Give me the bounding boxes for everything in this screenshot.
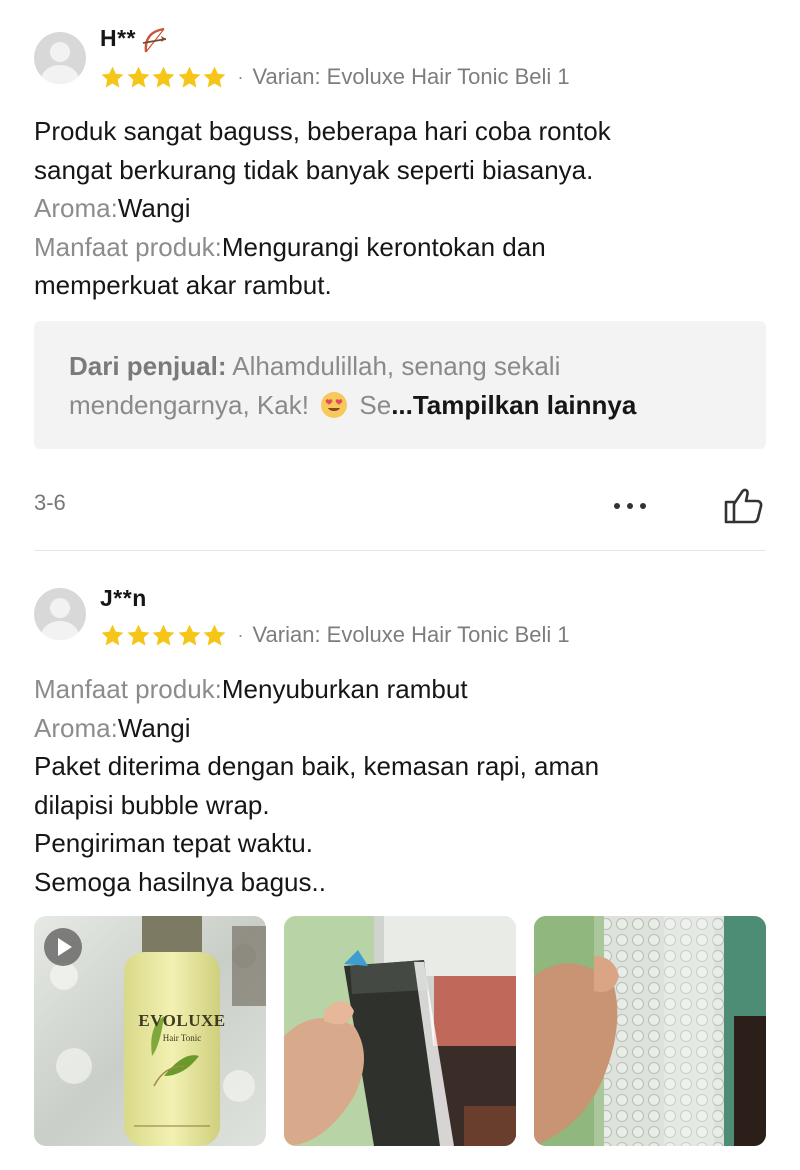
star-icon: [203, 66, 226, 87]
seller-reply-text: mendengarnya, Kak!: [69, 390, 317, 420]
benefit-line: Manfaat produk:Mengurangi kerontokan dan: [34, 228, 764, 267]
bottle-subtitle: Hair Tonic: [162, 1033, 202, 1043]
aroma-label: Aroma:: [34, 712, 118, 743]
star-icon: [152, 624, 175, 645]
separator-dot: ·: [237, 624, 244, 645]
review-text: Manfaat produk:Menyuburkan rambut Aroma:…: [34, 670, 764, 901]
review-video-thumbnail[interactable]: EVOLUXE Hair Tonic: [34, 916, 266, 1146]
seller-reply-text: Alhamdulillah, senang sekali: [226, 351, 561, 381]
bow-and-arrow-icon: [142, 27, 167, 53]
more-options-icon[interactable]: [614, 503, 646, 509]
review-divider: [34, 550, 766, 551]
bottle-brand-label: EVOLUXE Hair Tonic: [122, 1011, 242, 1043]
review-date: 3-6: [34, 490, 66, 515]
star-icon: [203, 624, 226, 645]
bottle-brand: EVOLUXE: [138, 1011, 226, 1030]
benefit-value: Menyuburkan rambut: [221, 674, 468, 704]
review-body-line: Pengiriman tepat waktu.: [34, 828, 313, 858]
heart-eyes-emoji-icon: [321, 392, 348, 418]
aroma-line: Aroma:Wangi: [34, 709, 764, 748]
seller-reply-text: Se: [352, 390, 392, 420]
reviewer-name: H**: [100, 25, 170, 54]
rating-row: · Varian: Evoluxe Hair Tonic Beli 1: [100, 62, 570, 92]
variant-label: Varian: Evoluxe Hair Tonic Beli 1: [252, 622, 570, 647]
star-rating: [100, 65, 228, 90]
review-body-line: Semoga hasilnya bagus..: [34, 866, 326, 897]
aroma-value: Wangi: [117, 712, 191, 743]
review-photo-thumbnail[interactable]: [534, 916, 766, 1146]
review-text: Produk sangat baguss, beberapa hari coba…: [34, 112, 764, 305]
aroma-label: Aroma:: [34, 193, 118, 223]
benefit-value: Mengurangi kerontokan dan: [221, 231, 546, 262]
review-body-line: dilapisi bubble wrap.: [34, 789, 270, 820]
avatar[interactable]: [34, 588, 86, 640]
show-more-link[interactable]: ...Tampilkan lainnya: [391, 390, 636, 420]
aroma-value: Wangi: [117, 193, 191, 223]
package-photo: [284, 916, 516, 1146]
star-rating: [100, 623, 228, 648]
seller-reply[interactable]: Dari penjual: Alhamdulillah, senang seka…: [34, 321, 766, 449]
separator-dot: ·: [237, 66, 244, 87]
review-body-line: Produk sangat baguss, beberapa hari coba…: [34, 116, 611, 146]
benefit-line: Manfaat produk:Menyuburkan rambut: [34, 670, 764, 709]
reviewer-name: J**n: [100, 585, 147, 611]
review-media-gallery: EVOLUXE Hair Tonic: [34, 916, 766, 1146]
benefit-line-continued: memperkuat akar rambut.: [34, 270, 332, 300]
review-body-line: Paket diterima dengan baik, kemasan rapi…: [34, 751, 600, 781]
star-icon: [127, 66, 149, 87]
aroma-line: Aroma:Wangi: [34, 189, 764, 228]
review-body-line: sangat berkurang tidak banyak seperti bi…: [34, 154, 594, 185]
star-icon: [101, 66, 124, 87]
rating-row: · Varian: Evoluxe Hair Tonic Beli 1: [100, 620, 570, 650]
avatar[interactable]: [34, 32, 86, 84]
benefit-label: Manfaat produk:: [34, 231, 222, 262]
review-photo-thumbnail[interactable]: [284, 916, 516, 1146]
play-icon[interactable]: [44, 928, 82, 966]
star-icon: [101, 624, 124, 645]
star-icon: [178, 66, 200, 87]
star-icon: [152, 66, 175, 87]
variant-label: Varian: Evoluxe Hair Tonic Beli 1: [252, 64, 570, 89]
star-icon: [178, 624, 200, 645]
thumbs-up-icon[interactable]: [722, 484, 766, 526]
seller-reply-label: Dari penjual:: [69, 351, 227, 381]
benefit-label: Manfaat produk:: [34, 674, 222, 704]
star-icon: [127, 624, 149, 645]
bubble-wrap-photo: [534, 916, 766, 1146]
